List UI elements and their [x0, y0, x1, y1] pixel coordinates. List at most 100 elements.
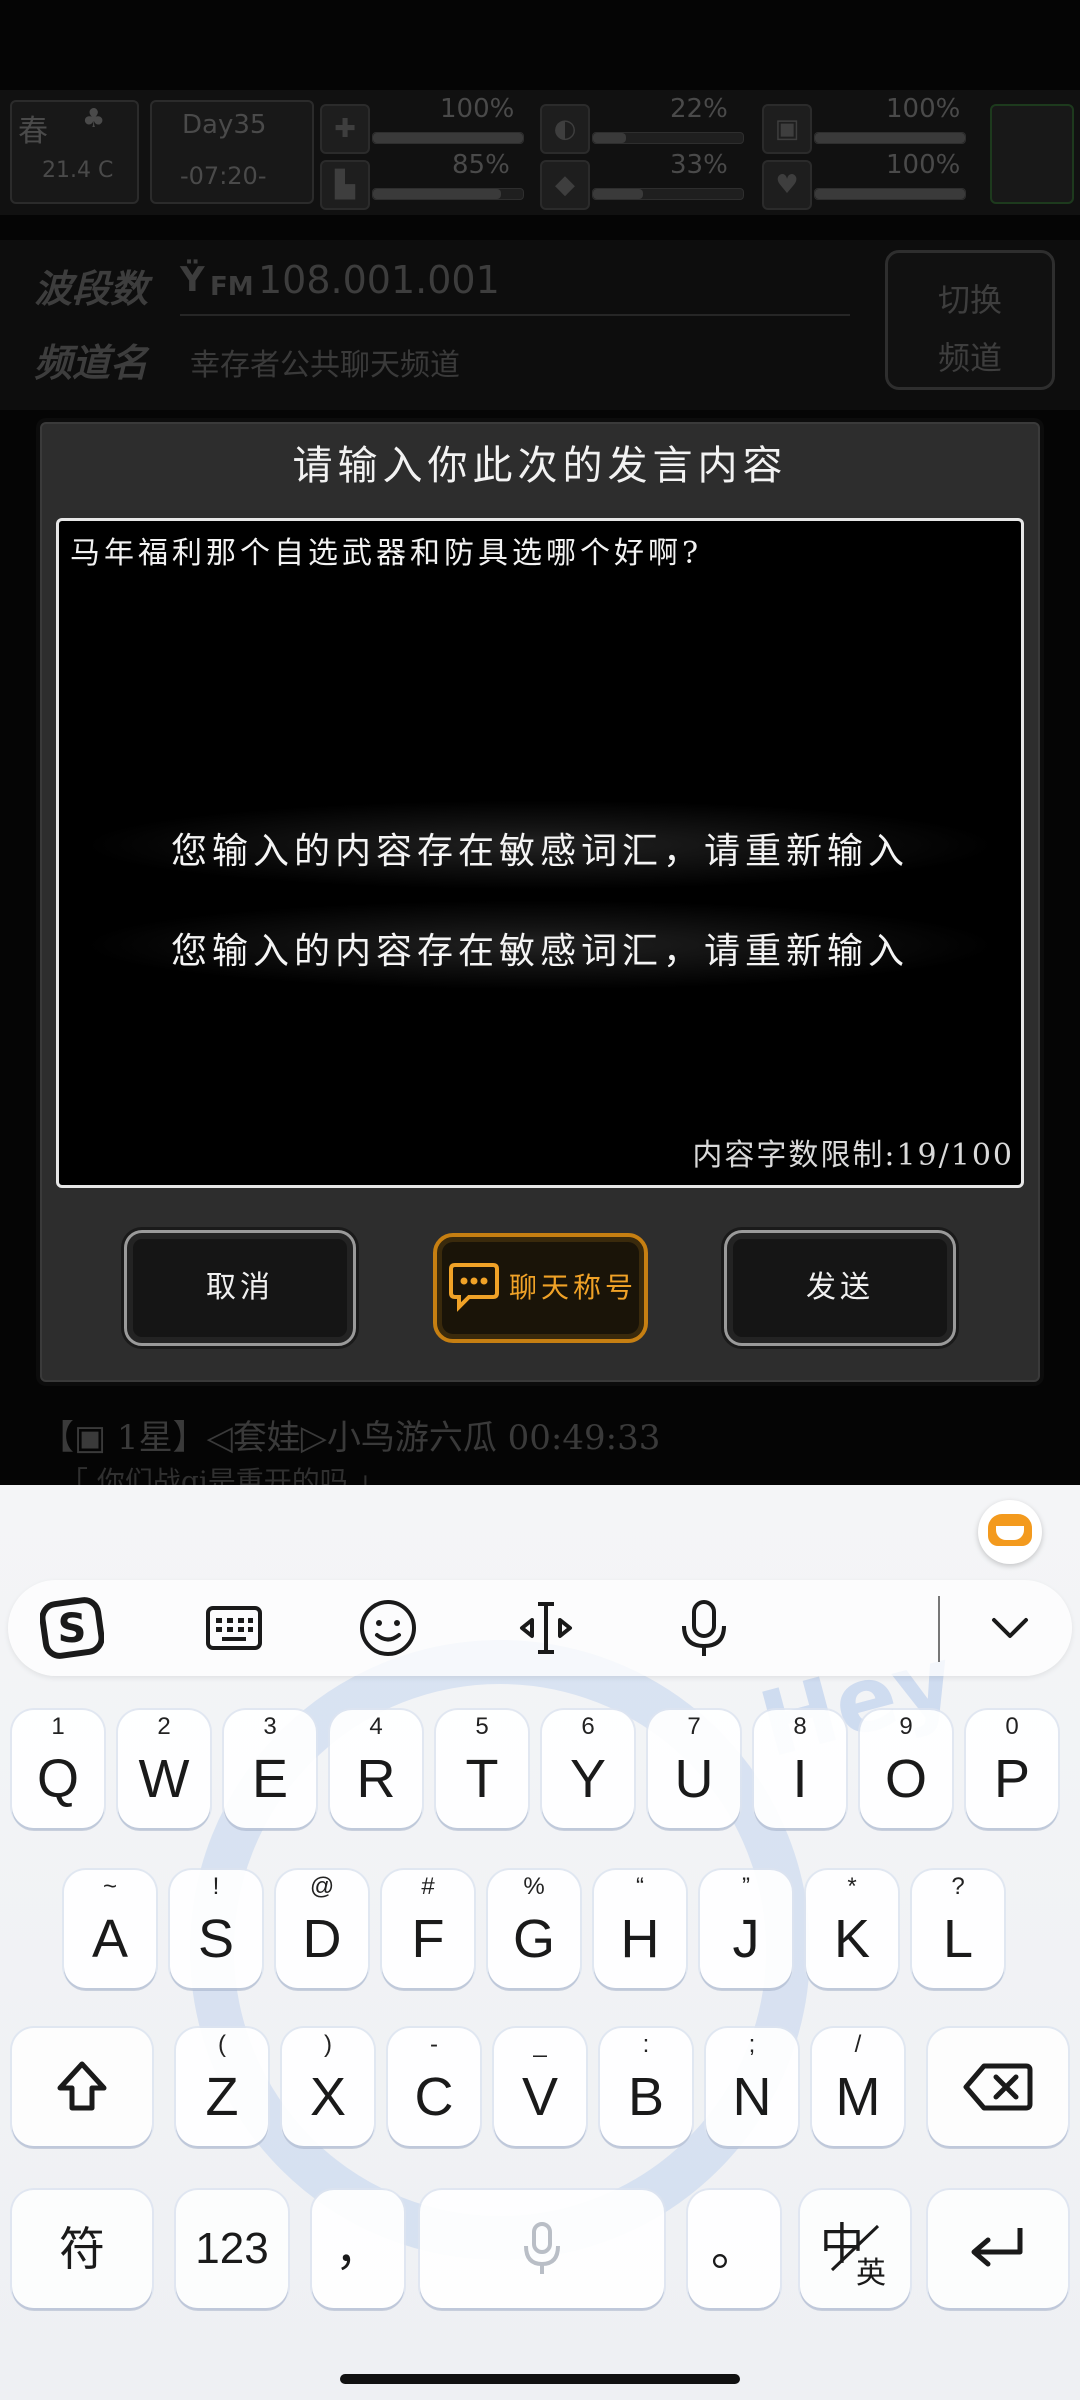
key-hint-label: 3 — [263, 1713, 277, 1740]
key-f[interactable]: # F — [382, 1870, 474, 1988]
frequency-value: 108.001.001 — [258, 258, 500, 302]
medkit-icon: ✚ — [320, 104, 370, 154]
period-key[interactable]: 。 — [688, 2190, 780, 2308]
key-hint-label: 0 — [1005, 1713, 1019, 1740]
backspace-key[interactable] — [928, 2028, 1068, 2146]
key-hint-label: ~ — [102, 1873, 117, 1900]
key-hint-label: 9 — [899, 1713, 913, 1740]
microphone-icon[interactable] — [672, 1596, 736, 1660]
status-hud: 春 ♣ 21.4 C Day35 -07:20- ✚ 100% ◐ 22% ▣ … — [0, 90, 1080, 215]
toolbar-separator — [938, 1596, 940, 1662]
key-a[interactable]: ~ A — [64, 1870, 156, 1988]
band-label: 波段数 — [34, 266, 149, 311]
key-hint-label: ; — [748, 2031, 756, 2058]
key-hint-label: 7 — [687, 1713, 701, 1740]
fm-label: FM — [210, 272, 254, 302]
key-v[interactable]: _ V — [494, 2028, 586, 2146]
cancel-button[interactable]: 取消 — [124, 1230, 356, 1346]
key-u[interactable]: 7U — [648, 1710, 740, 1828]
sensitive-word-toast: 您输入的内容存在敏感词汇，请重新输入 — [170, 931, 909, 972]
key-l[interactable]: ? L — [912, 1870, 1004, 1988]
key-hint-label: 1 — [51, 1713, 65, 1740]
key-t[interactable]: 5T — [436, 1710, 528, 1828]
key-main-label: C — [414, 2067, 454, 2127]
key-main-label: S — [197, 1909, 235, 1969]
channel-label: 频道名 — [34, 340, 149, 385]
key-x[interactable]: ) X — [282, 2028, 374, 2146]
stamina-bar — [372, 188, 524, 200]
key-b[interactable]: :B — [600, 2028, 692, 2146]
key-main-label: E — [251, 1749, 289, 1809]
numbers-key-label: 123 — [195, 2224, 269, 2273]
key-main-label: T — [465, 1749, 499, 1809]
key-r[interactable]: 4R — [330, 1710, 422, 1828]
emoji-icon[interactable] — [356, 1596, 420, 1660]
enter-icon — [971, 2228, 1023, 2267]
send-button[interactable]: 发送 — [724, 1230, 956, 1346]
chat-title-label: 聊天称号 — [509, 1271, 638, 1304]
divider — [180, 314, 850, 316]
key-hint-label: / — [854, 2031, 862, 2058]
key-p[interactable]: 0P — [966, 1710, 1058, 1828]
channel-name: 幸存者公共聊天频道 — [190, 348, 460, 383]
enter-key[interactable] — [928, 2190, 1068, 2308]
symbol-key[interactable]: 符 — [12, 2190, 152, 2308]
chat-title-button[interactable]: 聊天称号 — [433, 1233, 648, 1343]
key-hint-label: # — [421, 1873, 435, 1900]
key-hint-label: ) — [324, 2031, 332, 2058]
language-switch-key[interactable]: 中 英 — [800, 2190, 910, 2308]
day-time-panel: Day35 -07:20- — [150, 100, 314, 204]
key-q[interactable]: 1Q — [12, 1710, 104, 1828]
time-label: -07:20- — [180, 162, 267, 190]
space-key[interactable] — [420, 2190, 664, 2308]
key-j[interactable]: ” J — [700, 1870, 792, 1988]
key-hint-label: “ — [636, 1873, 644, 1900]
equipment-slot[interactable] — [990, 104, 1074, 204]
key-hint-label: 6 — [581, 1713, 595, 1740]
key-main-label: P — [993, 1749, 1031, 1809]
chevron-down-icon[interactable] — [978, 1596, 1042, 1660]
key-c[interactable]: -C — [388, 2028, 480, 2146]
season-weather-panel: 春 ♣ 21.4 C — [10, 100, 139, 204]
hunger-value: 22% — [670, 94, 728, 124]
key-main-label: D — [302, 1909, 342, 1969]
season-label: 春 — [18, 114, 48, 149]
svg-text:S: S — [58, 1606, 87, 1652]
sogou-logo-icon[interactable]: S — [40, 1596, 104, 1660]
thirst-value: 33% — [670, 150, 728, 180]
switch-channel-button[interactable]: 切换 频道 — [885, 250, 1055, 390]
key-m[interactable]: / M — [812, 2028, 904, 2146]
day-label: Day35 — [182, 110, 267, 140]
key-g[interactable]: % G — [488, 1870, 580, 1988]
key-hint-label: : — [642, 2031, 650, 2058]
period-key-label: 。 — [711, 2223, 757, 2275]
mood-bar — [814, 188, 966, 200]
key-hint-label: 8 — [793, 1713, 807, 1740]
chat-bubble-icon — [449, 1263, 499, 1312]
key-d[interactable]: @ D — [276, 1870, 368, 1988]
keyboard-mascot-icon[interactable] — [978, 1500, 1042, 1564]
armor-icon: ▣ — [762, 104, 812, 154]
key-y[interactable]: 6Y — [542, 1710, 634, 1828]
temperature-label: 21.4 C — [42, 158, 114, 183]
numbers-key[interactable]: 123 — [176, 2190, 288, 2308]
comma-key[interactable]: ， — [312, 2190, 404, 2308]
key-s[interactable]: ! S — [170, 1870, 262, 1988]
dialog-title: 请输入你此次的发言内容 — [292, 443, 788, 489]
comma-key-label: ， — [335, 2223, 381, 2275]
home-indicator[interactable] — [340, 2374, 740, 2384]
slash-divider-icon — [830, 2224, 880, 2272]
key-k[interactable]: * K — [806, 1870, 898, 1988]
key-e[interactable]: 3E — [224, 1710, 316, 1828]
key-w[interactable]: 2W — [118, 1710, 210, 1828]
key-n[interactable]: ; N — [706, 2028, 798, 2146]
shift-key[interactable] — [12, 2028, 152, 2146]
keyboard-layout-icon[interactable] — [202, 1596, 266, 1660]
key-z[interactable]: (Z — [176, 2028, 268, 2146]
key-h[interactable]: “H — [594, 1870, 686, 1988]
key-main-label: B — [627, 2067, 665, 2127]
key-i[interactable]: 8I — [754, 1710, 846, 1828]
cursor-move-icon[interactable] — [514, 1596, 578, 1660]
key-hint-label: ” — [742, 1873, 750, 1900]
key-o[interactable]: 9O — [860, 1710, 952, 1828]
